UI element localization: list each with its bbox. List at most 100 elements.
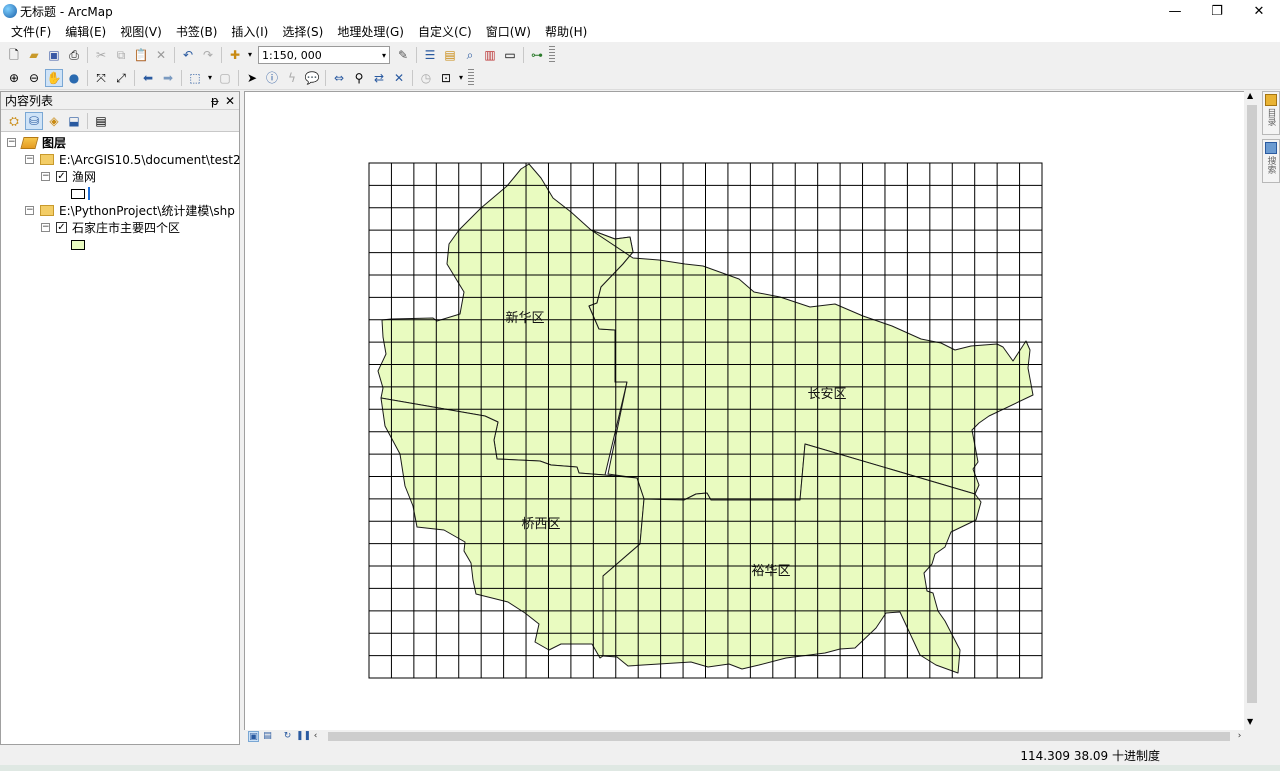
- map-view[interactable]: 新华区 长安区 桥西区 裕华区: [244, 91, 1260, 731]
- data-view-icon[interactable]: ▣: [248, 731, 259, 742]
- print-icon[interactable]: ⎙: [65, 46, 83, 64]
- zoom-in-icon[interactable]: ⊕: [5, 69, 23, 87]
- zoom-out-icon[interactable]: ⊖: [25, 69, 43, 87]
- viewer-dropdown-icon[interactable]: ▾: [457, 69, 465, 87]
- pin-icon[interactable]: ᵽ: [211, 94, 219, 108]
- catalog-window-icon[interactable]: ▤: [441, 46, 459, 64]
- restore-button[interactable]: ❐: [1196, 0, 1238, 22]
- tree-row-group-2[interactable]: − E:\PythonProject\统计建模\shp: [25, 202, 235, 219]
- collapse-icon[interactable]: −: [41, 172, 50, 181]
- menu-bookmarks[interactable]: 书签(B): [169, 22, 225, 42]
- paste-icon[interactable]: 📋: [132, 46, 150, 64]
- layer-symbol-swatch[interactable]: [71, 239, 85, 250]
- menu-customize[interactable]: 自定义(C): [411, 22, 479, 42]
- collapse-icon[interactable]: −: [25, 206, 34, 215]
- menu-view[interactable]: 视图(V): [113, 22, 169, 42]
- toc-close-icon[interactable]: ✕: [225, 94, 235, 108]
- map-canvas[interactable]: 新华区 长安区 桥西区 裕华区: [245, 92, 1245, 731]
- toc-options-icon[interactable]: ▤: [92, 112, 110, 130]
- open-folder-icon[interactable]: ▰: [25, 46, 43, 64]
- pan-hand-icon[interactable]: ✋: [45, 68, 63, 87]
- scroll-down-icon[interactable]: ▼: [1247, 717, 1253, 726]
- dock-tab-search[interactable]: 搜索: [1262, 139, 1280, 183]
- time-slider-icon[interactable]: ◷: [417, 69, 435, 87]
- menu-geoprocessing[interactable]: 地理处理(G): [330, 22, 411, 42]
- redo-icon[interactable]: ↷: [199, 46, 217, 64]
- select-features-icon[interactable]: ⬚: [186, 69, 204, 87]
- list-by-drawing-order-icon[interactable]: ⛭: [5, 112, 23, 130]
- copy-icon[interactable]: ⧉: [112, 46, 130, 64]
- list-by-source-icon[interactable]: ⛁: [25, 111, 43, 130]
- toolbar-options-grip[interactable]: [549, 46, 555, 64]
- menu-windows[interactable]: 窗口(W): [479, 22, 538, 42]
- list-by-visibility-icon[interactable]: ◈: [45, 112, 63, 130]
- go-to-xy-icon[interactable]: ✕: [390, 69, 408, 87]
- map-scale-select[interactable]: 1:150, 000 ▾: [258, 46, 390, 64]
- collapse-icon[interactable]: −: [25, 155, 34, 164]
- map-horizontal-scroll-thumb[interactable]: [328, 732, 1230, 741]
- save-icon[interactable]: ▣: [45, 46, 63, 64]
- identify-icon[interactable]: ⓘ: [263, 69, 281, 87]
- close-button[interactable]: ✕: [1238, 0, 1280, 22]
- model-builder-icon[interactable]: ⊶: [528, 46, 546, 64]
- menu-edit[interactable]: 编辑(E): [58, 22, 113, 42]
- minimize-button[interactable]: —: [1154, 0, 1196, 22]
- select-dropdown-icon[interactable]: ▾: [206, 69, 214, 87]
- pause-drawing-icon[interactable]: ❚❚: [296, 731, 311, 742]
- cut-icon[interactable]: ✂: [92, 46, 110, 64]
- map-vertical-scrollbar[interactable]: ▲ ▼: [1244, 91, 1260, 731]
- hyperlink-icon[interactable]: ϟ: [283, 69, 301, 87]
- full-extent-globe-icon[interactable]: ●: [65, 69, 83, 87]
- tree-row-symbol-fishnet[interactable]: [71, 185, 90, 202]
- dock-tab-catalog[interactable]: 目录: [1262, 91, 1280, 135]
- tree-row-layers-root[interactable]: − 图层: [7, 134, 66, 151]
- tree-row-group-1[interactable]: − E:\ArcGIS10.5\document\test2: [25, 151, 241, 168]
- list-by-selection-icon[interactable]: ⬓: [65, 112, 83, 130]
- layer-visibility-checkbox[interactable]: ✓: [56, 222, 67, 233]
- tree-row-layer-fishnet[interactable]: − ✓ 渔网: [41, 168, 96, 185]
- group-path-label: E:\ArcGIS10.5\document\test2: [59, 152, 241, 167]
- table-of-contents-icon[interactable]: ☰: [421, 46, 439, 64]
- viewer-window-icon[interactable]: ⊡: [437, 69, 455, 87]
- tree-row-layer-districts[interactable]: − ✓ 石家庄市主要四个区: [41, 219, 180, 236]
- menu-insert[interactable]: 插入(I): [224, 22, 275, 42]
- find-binoculars-icon[interactable]: ⚲: [350, 69, 368, 87]
- layer-visibility-checkbox[interactable]: ✓: [56, 171, 67, 182]
- scroll-up-icon[interactable]: ▲: [1247, 91, 1253, 100]
- python-window-icon[interactable]: ▭: [501, 46, 519, 64]
- refresh-icon[interactable]: ↻: [282, 731, 293, 742]
- scroll-left-icon[interactable]: ‹: [310, 731, 321, 742]
- layout-view-icon[interactable]: ▤: [262, 731, 273, 742]
- district-label-xinhua: 新华区: [505, 310, 544, 325]
- editor-toolbar-icon[interactable]: ✎: [394, 46, 412, 64]
- arctoolbox-icon[interactable]: ▥: [481, 46, 499, 64]
- add-data-icon[interactable]: ✚: [226, 46, 244, 64]
- delete-icon[interactable]: ✕: [152, 46, 170, 64]
- tree-row-symbol-districts[interactable]: [71, 236, 85, 253]
- toolbar-options-grip[interactable]: [468, 68, 474, 87]
- right-dock: 目录 搜索: [1262, 91, 1280, 191]
- measure-icon[interactable]: ⇔: [330, 69, 348, 87]
- back-extent-icon[interactable]: ⬅: [139, 69, 157, 87]
- menu-file[interactable]: 文件(F): [4, 22, 58, 42]
- vertical-scroll-thumb[interactable]: [1247, 105, 1257, 703]
- new-document-icon[interactable]: 🗋: [5, 46, 23, 64]
- scroll-right-icon[interactable]: ›: [1234, 731, 1245, 742]
- menu-selection[interactable]: 选择(S): [275, 22, 330, 42]
- find-route-icon[interactable]: ⇄: [370, 69, 388, 87]
- add-data-dropdown-icon[interactable]: ▾: [246, 46, 254, 64]
- menu-help[interactable]: 帮助(H): [538, 22, 594, 42]
- fixed-zoom-in-icon[interactable]: ⤧: [92, 69, 110, 87]
- layer-symbol-swatch[interactable]: [71, 188, 85, 199]
- search-window-icon[interactable]: ⌕: [461, 46, 479, 64]
- select-elements-arrow-icon[interactable]: ➤: [243, 69, 261, 87]
- collapse-icon[interactable]: −: [7, 138, 16, 147]
- collapse-icon[interactable]: −: [41, 223, 50, 232]
- taskbar-strip: [0, 765, 1280, 771]
- html-popup-icon[interactable]: 💬: [303, 69, 321, 87]
- fixed-zoom-out-icon[interactable]: ⤢: [112, 69, 130, 87]
- undo-icon[interactable]: ↶: [179, 46, 197, 64]
- forward-extent-icon[interactable]: ➡: [159, 69, 177, 87]
- tools-toolbar: ⊕ ⊖ ✋ ● ⤧ ⤢ ⬅ ➡ ⬚ ▾ ▢ ➤ ⓘ ϟ 💬 ⇔ ⚲ ⇄ ✕ ◷ …: [0, 66, 1280, 90]
- clear-selection-icon[interactable]: ▢: [216, 69, 234, 87]
